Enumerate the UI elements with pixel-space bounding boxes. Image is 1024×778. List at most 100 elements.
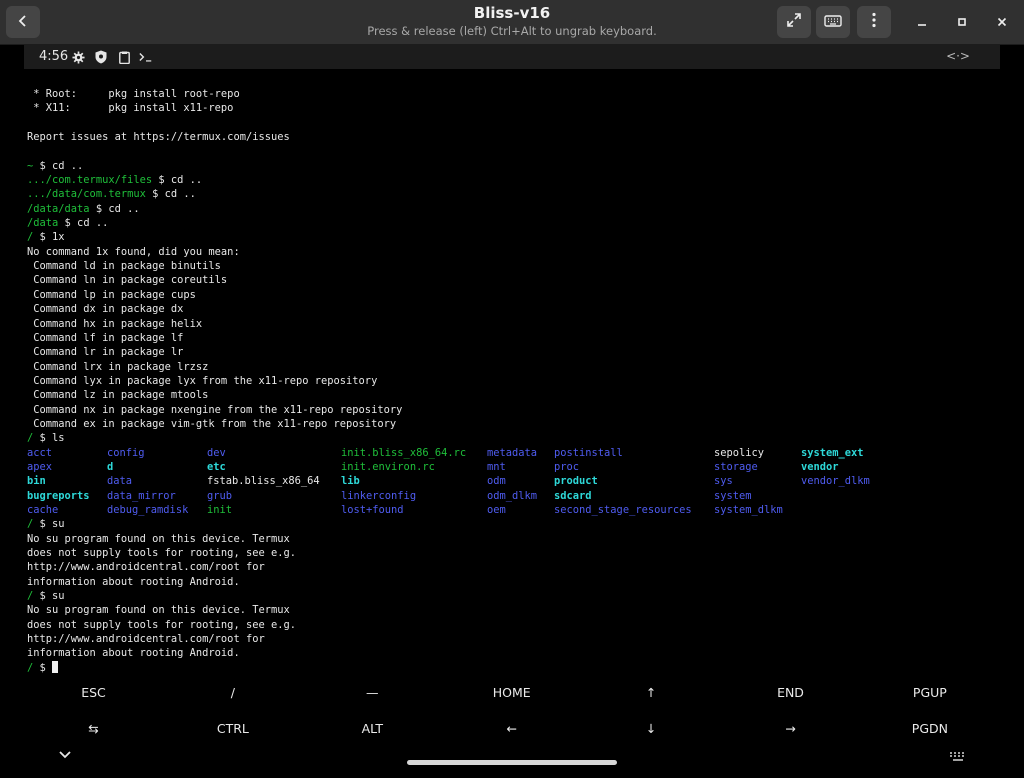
line-text: Command lf in package lf — [27, 331, 184, 344]
line-text: Command lrx in package lrzsz — [27, 360, 209, 373]
extra-key-row1-6[interactable]: PGUP — [860, 685, 999, 700]
status-time: 4:56 — [39, 49, 69, 64]
terminal-line: http://www.androidcentral.com/root for — [27, 560, 402, 574]
ls-entry: cache — [27, 503, 59, 516]
line-text: Command lyx in package lyx from the x11-… — [27, 374, 378, 387]
extra-key-row1-5[interactable]: END — [721, 685, 860, 700]
extra-key-row2-5[interactable]: → — [721, 721, 860, 736]
terminal-line: Command lr in package lr — [27, 345, 402, 359]
terminal-line: Command hx in package helix — [27, 317, 402, 331]
line-text: Command ln in package coreutils — [27, 274, 228, 287]
ls-entry: data_mirror — [107, 489, 176, 502]
ls-entry: fstab.bliss_x86_64 — [207, 475, 320, 488]
ls-entry: debug_ramdisk — [107, 503, 189, 516]
current-prompt[interactable]: / $ — [27, 660, 402, 675]
extra-key-row2-1[interactable]: CTRL — [163, 721, 302, 736]
ls-entry: vendor — [801, 460, 839, 473]
line-text: Command hx in package helix — [27, 317, 203, 330]
terminal-line: Command lyx in package lyx from the x11-… — [27, 374, 402, 388]
ls-entry: vendor_dlkm — [801, 475, 870, 488]
ls-entry: second_stage_resources — [554, 503, 692, 516]
maximize-button[interactable] — [950, 10, 974, 34]
ls-entry: init — [207, 503, 233, 516]
terminal-output[interactable]: * Root: pkg install root-repo * X11: pkg… — [27, 87, 870, 675]
clipboard-icon — [117, 50, 131, 64]
terminal-line: does not supply tools for rooting, see e… — [27, 618, 402, 632]
line-text: $ ls — [39, 432, 65, 445]
fullscreen-button[interactable] — [777, 6, 811, 38]
ls-entry: proc — [554, 460, 580, 473]
line-text: $ cd .. — [64, 217, 109, 230]
maximize-icon — [956, 13, 968, 32]
ls-listing: acct apex bin bugreports cache config d data dat… — [27, 446, 870, 518]
line-text: $ cd .. — [95, 202, 140, 215]
prompt-path: /data — [27, 217, 65, 230]
ls-entry: postinstall — [554, 446, 623, 459]
keyboard-icon — [824, 13, 842, 32]
terminal-line: * Root: pkg install root-repo — [27, 87, 402, 101]
terminal-line: information about rooting Android. — [27, 646, 402, 660]
line-text: $ su — [39, 590, 65, 603]
window-titlebar: Bliss-v16 Press & release (left) Ctrl+Al… — [0, 0, 1024, 45]
line-text: Command nx in package nxengine from the … — [27, 403, 403, 416]
ls-entry: system_ext — [801, 446, 864, 459]
vm-display[interactable]: 4:56 <·> * Root: pkg install root-repo *… — [24, 45, 1000, 778]
terminal-line: Command lf in package lf — [27, 331, 402, 345]
line-text: Report issues at https://termux.com/issu… — [27, 131, 290, 144]
ls-entry: oem — [487, 503, 506, 516]
line-text: information about rooting Android. — [27, 575, 240, 588]
android-status-bar: 4:56 <·> — [24, 45, 1000, 69]
fullscreen-icon — [786, 12, 802, 32]
extra-key-row1-4[interactable]: ↑ — [582, 685, 721, 700]
ls-entry: mnt — [487, 460, 506, 473]
extra-key-row2-2[interactable]: ALT — [303, 721, 442, 736]
minimize-button[interactable] — [910, 10, 934, 34]
line-text: No su program found on this device. Term… — [27, 532, 290, 545]
terminal-line: / $ su — [27, 517, 402, 531]
status-right-indicator: <·> — [946, 49, 970, 63]
line-text: does not supply tools for rooting, see e… — [27, 618, 296, 631]
ls-entry: lib — [341, 475, 360, 488]
extra-key-row2-0[interactable]: ⇆ — [24, 721, 163, 736]
line-text: http://www.androidcentral.com/root for — [27, 561, 265, 574]
line-text: Command ld in package binutils — [27, 260, 221, 273]
terminal-prompt-icon — [139, 50, 153, 64]
line-text: does not supply tools for rooting, see e… — [27, 547, 296, 560]
extra-key-row2-3[interactable]: ← — [442, 721, 581, 736]
extra-key-row2-6[interactable]: PGDN — [860, 721, 999, 736]
ls-entry: product — [554, 475, 598, 488]
prompt-path: / — [27, 661, 40, 674]
line-text: http://www.androidcentral.com/root for — [27, 633, 265, 646]
extra-key-row1-0[interactable]: ESC — [24, 685, 163, 700]
extra-key-row2-4[interactable]: ↓ — [582, 721, 721, 736]
terminal-line: information about rooting Android. — [27, 575, 402, 589]
line-text: Command lr in package lr — [27, 346, 184, 359]
extra-key-row1-1[interactable]: / — [163, 685, 302, 700]
home-gesture-bar[interactable] — [407, 760, 617, 765]
close-button[interactable] — [990, 10, 1014, 34]
ls-entry: init.bliss_x86_64.rc — [341, 446, 467, 459]
ls-entry: odm — [487, 475, 506, 488]
keyboard-toggle-icon[interactable] — [948, 748, 968, 761]
terminal-line: .../com.termux/files $ cd .. — [27, 173, 402, 187]
prompt-path: /data/data — [27, 202, 96, 215]
extra-key-row1-2[interactable]: — — [303, 685, 442, 700]
prompt-path: / — [27, 231, 40, 244]
terminal-line: Command ln in package coreutils — [27, 273, 402, 287]
line-text: No command 1x found, did you mean: — [27, 245, 240, 258]
terminal-line: /data $ cd .. — [27, 216, 402, 230]
terminal-line: / $ su — [27, 589, 402, 603]
ls-entry: system — [714, 489, 752, 502]
line-text: $ 1x — [39, 231, 65, 244]
line-text: No su program found on this device. Term… — [27, 604, 290, 617]
ls-entry: init.environ.rc — [341, 460, 435, 473]
menu-button[interactable] — [857, 6, 891, 38]
keyboard-button[interactable] — [816, 6, 850, 38]
terminal-line: No su program found on this device. Term… — [27, 532, 402, 546]
terminal-line: Command nx in package nxengine from the … — [27, 403, 402, 417]
extra-key-row1-3[interactable]: HOME — [442, 685, 581, 700]
chevron-down-icon[interactable] — [56, 746, 74, 760]
prompt-path: / — [27, 590, 40, 603]
ls-entry: dev — [207, 446, 226, 459]
